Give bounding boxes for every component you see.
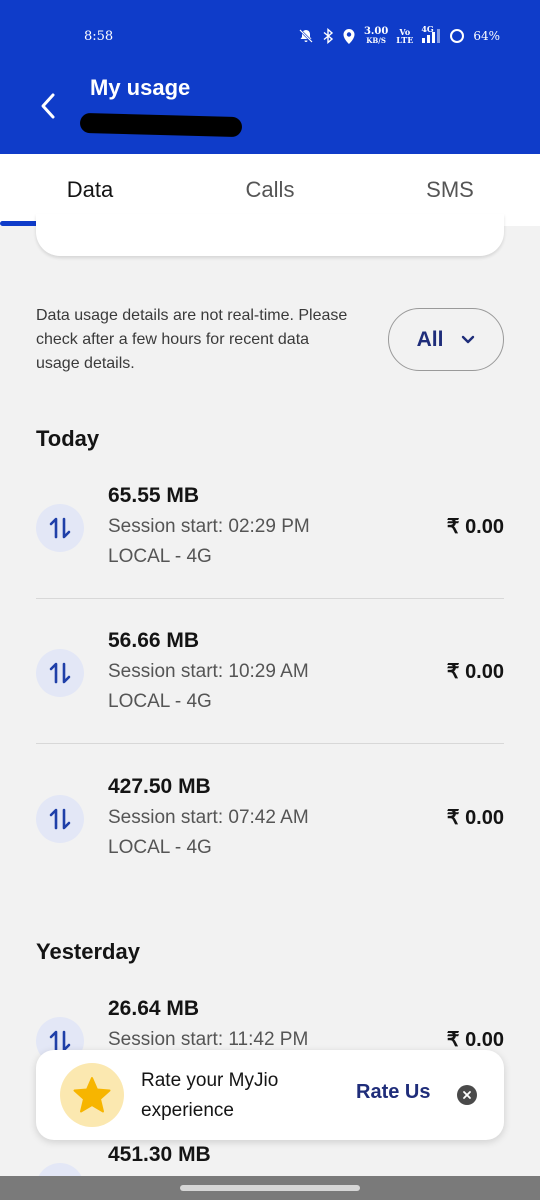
chevron-down-icon xyxy=(462,335,475,343)
usage-item[interactable]: 65.55 MB Session start: 02:29 PM LOCAL -… xyxy=(36,453,504,599)
bluetooth-icon xyxy=(322,28,334,44)
usage-amount: 56.66 MB xyxy=(108,629,200,652)
usage-session-start: Session start: 11:42 PM xyxy=(108,1029,309,1050)
filter-selected: All xyxy=(416,327,444,351)
tab-data-label: Data xyxy=(66,177,114,202)
status-bar: 8:58 3.00 KB/S Vo LTE 4G 64% xyxy=(0,0,540,70)
chevron-left-icon xyxy=(41,93,55,119)
section-heading-today: Today xyxy=(36,426,100,451)
rate-prompt-text: Rate your MyJio experience xyxy=(141,1066,321,1126)
usage-session-start: Session start: 10:29 AM xyxy=(108,661,309,682)
usage-amount: 427.50 MB xyxy=(108,775,211,798)
usage-cost: ₹ 0.00 xyxy=(446,807,504,829)
location-icon xyxy=(342,28,356,45)
rate-prompt-line1: Rate your MyJio xyxy=(141,1070,279,1091)
signal-icon: 4G xyxy=(421,24,441,44)
data-transfer-icon xyxy=(36,1163,84,1176)
usage-network: LOCAL - 4G xyxy=(108,837,212,858)
status-time: 8:58 xyxy=(84,29,114,44)
usage-session-start: Session start: 02:29 PM xyxy=(108,516,310,537)
system-nav-bar xyxy=(0,1176,540,1200)
section-heading-yesterday: Yesterday xyxy=(36,939,140,964)
app-header: 8:58 3.00 KB/S Vo LTE 4G 64% My usage xyxy=(0,0,540,154)
network-type: 4G xyxy=(421,24,434,34)
tab-calls-label: Calls xyxy=(245,177,295,202)
tab-sms-label: SMS xyxy=(426,177,474,202)
close-icon[interactable] xyxy=(457,1085,477,1105)
usage-cost: ₹ 0.00 xyxy=(446,516,504,538)
usage-notice: Data usage details are not real-time. Pl… xyxy=(36,307,348,372)
battery-percent: 64% xyxy=(473,29,500,43)
usage-amount: 451.30 MB xyxy=(108,1143,211,1166)
home-gesture-handle[interactable] xyxy=(180,1185,360,1191)
usage-item[interactable]: 427.50 MB Session start: 07:42 AM LOCAL … xyxy=(36,744,504,890)
usage-cost: ₹ 0.00 xyxy=(446,661,504,683)
rate-prompt-line2: experience xyxy=(141,1100,234,1121)
data-transfer-icon xyxy=(36,504,84,552)
usage-network: LOCAL - 4G xyxy=(108,546,212,567)
data-transfer-icon xyxy=(36,649,84,697)
data-transfer-icon xyxy=(36,795,84,843)
usage-item[interactable]: 56.66 MB Session start: 10:29 AM LOCAL -… xyxy=(36,598,504,744)
filter-dropdown[interactable]: All xyxy=(388,308,504,371)
redacted-phone-number xyxy=(79,112,243,138)
usage-network: LOCAL - 4G xyxy=(108,691,212,712)
usage-amount: 65.55 MB xyxy=(108,484,200,507)
net-speed-unit: KB/S xyxy=(366,36,386,45)
page-title: My usage xyxy=(90,75,191,100)
volte-bottom: LTE xyxy=(396,35,414,45)
back-button[interactable] xyxy=(30,88,66,124)
rate-app-prompt: Rate your MyJio experience Rate Us xyxy=(36,1050,504,1140)
summary-card-bottom xyxy=(36,214,504,256)
status-icons: 3.00 KB/S Vo LTE 4G 64% xyxy=(298,24,500,47)
volte-indicator: Vo LTE xyxy=(396,28,413,44)
usage-cost: ₹ 0.00 xyxy=(446,1029,504,1051)
usage-amount: 26.64 MB xyxy=(108,997,200,1020)
star-icon xyxy=(60,1063,124,1127)
usage-session-start: Session start: 07:42 AM xyxy=(108,807,309,828)
net-speed-value: 3.00 xyxy=(363,26,389,37)
net-speed: 3.00 KB/S xyxy=(363,26,389,46)
rate-us-button[interactable]: Rate Us xyxy=(356,1081,430,1104)
mute-bell-icon xyxy=(298,28,314,44)
battery-ring-icon xyxy=(449,28,465,44)
